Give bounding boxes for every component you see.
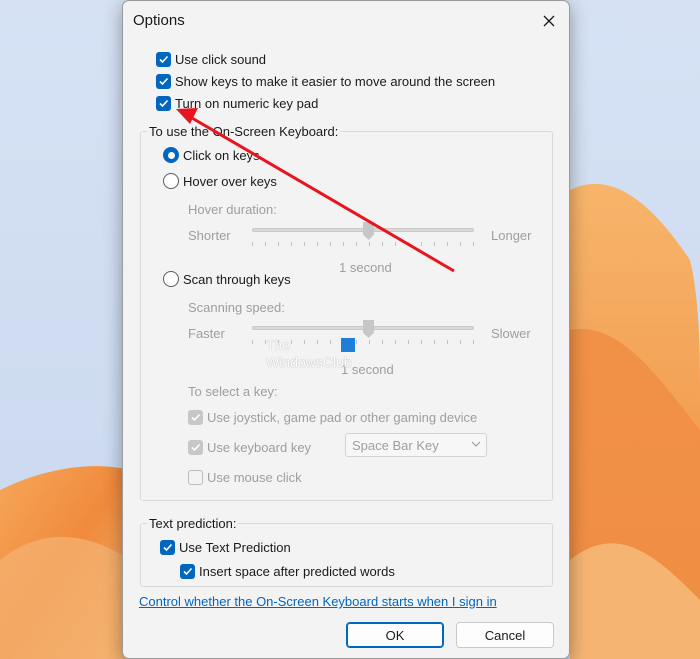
show-keys-checkbox[interactable] xyxy=(156,74,171,89)
text-prediction-group-title: Text prediction: xyxy=(147,516,239,531)
scan-through-keys-radio[interactable] xyxy=(163,271,179,287)
startup-settings-link[interactable]: Control whether the On-Screen Keyboard s… xyxy=(139,594,497,609)
keyboard-key-value: Space Bar Key xyxy=(352,438,439,453)
use-click-sound-checkbox[interactable] xyxy=(156,52,171,67)
chevron-down-icon xyxy=(471,441,481,447)
use-keyboard-key-checkbox[interactable] xyxy=(188,440,203,455)
checkmark-icon xyxy=(191,413,201,422)
keyboard-usage-group-title: To use the On-Screen Keyboard: xyxy=(147,124,341,139)
cancel-button[interactable]: Cancel xyxy=(456,622,554,648)
select-key-label: To select a key: xyxy=(188,384,278,399)
dialog-title: Options xyxy=(133,12,185,29)
checkmark-icon xyxy=(159,99,169,108)
watermark-line-2: WindowsClub xyxy=(266,354,352,370)
hover-over-keys-radio[interactable] xyxy=(163,173,179,189)
use-keyboard-key-label: Use keyboard key xyxy=(207,440,312,455)
hover-over-keys-label: Hover over keys xyxy=(183,174,277,189)
use-joystick-checkbox[interactable] xyxy=(188,410,203,425)
close-icon xyxy=(543,15,555,27)
use-mouse-click-checkbox[interactable] xyxy=(188,470,203,485)
hover-duration-ticks xyxy=(252,242,474,246)
use-joystick-label: Use joystick, game pad or other gaming d… xyxy=(207,410,478,425)
checkmark-icon xyxy=(191,443,201,452)
watermark-line-1: The xyxy=(266,337,291,353)
ok-button[interactable]: OK xyxy=(346,622,444,648)
use-click-sound-label: Use click sound xyxy=(175,52,267,67)
numeric-keypad-checkbox[interactable] xyxy=(156,96,171,111)
checkmark-icon xyxy=(163,543,173,552)
checkmark-icon xyxy=(183,567,193,576)
click-on-keys-label: Click on keys xyxy=(183,148,260,163)
watermark-logo-icon xyxy=(341,338,355,352)
scanning-speed-label: Scanning speed: xyxy=(188,300,285,315)
hover-duration-label: Hover duration: xyxy=(188,202,277,217)
hover-min-label: Shorter xyxy=(188,228,231,243)
insert-space-label: Insert space after predicted words xyxy=(199,564,395,579)
numeric-keypad-label: Turn on numeric key pad xyxy=(175,96,319,111)
click-on-keys-radio[interactable] xyxy=(163,147,179,163)
hover-max-label: Longer xyxy=(491,228,532,243)
checkmark-icon xyxy=(159,77,169,86)
scan-min-label: Faster xyxy=(188,326,225,341)
scan-through-keys-label: Scan through keys xyxy=(183,272,291,287)
insert-space-checkbox[interactable] xyxy=(180,564,195,579)
close-button[interactable] xyxy=(533,7,565,35)
use-text-prediction-checkbox[interactable] xyxy=(160,540,175,555)
show-keys-label: Show keys to make it easier to move arou… xyxy=(175,74,496,89)
checkmark-icon xyxy=(159,55,169,64)
use-mouse-click-label: Use mouse click xyxy=(207,470,302,485)
keyboard-key-dropdown[interactable]: Space Bar Key xyxy=(345,433,487,457)
hover-duration-value: 1 second xyxy=(339,260,392,275)
options-dialog: Options Use click sound Show keys to mak… xyxy=(122,0,570,659)
scan-max-label: Slower xyxy=(491,326,531,341)
use-text-prediction-label: Use Text Prediction xyxy=(179,540,291,555)
